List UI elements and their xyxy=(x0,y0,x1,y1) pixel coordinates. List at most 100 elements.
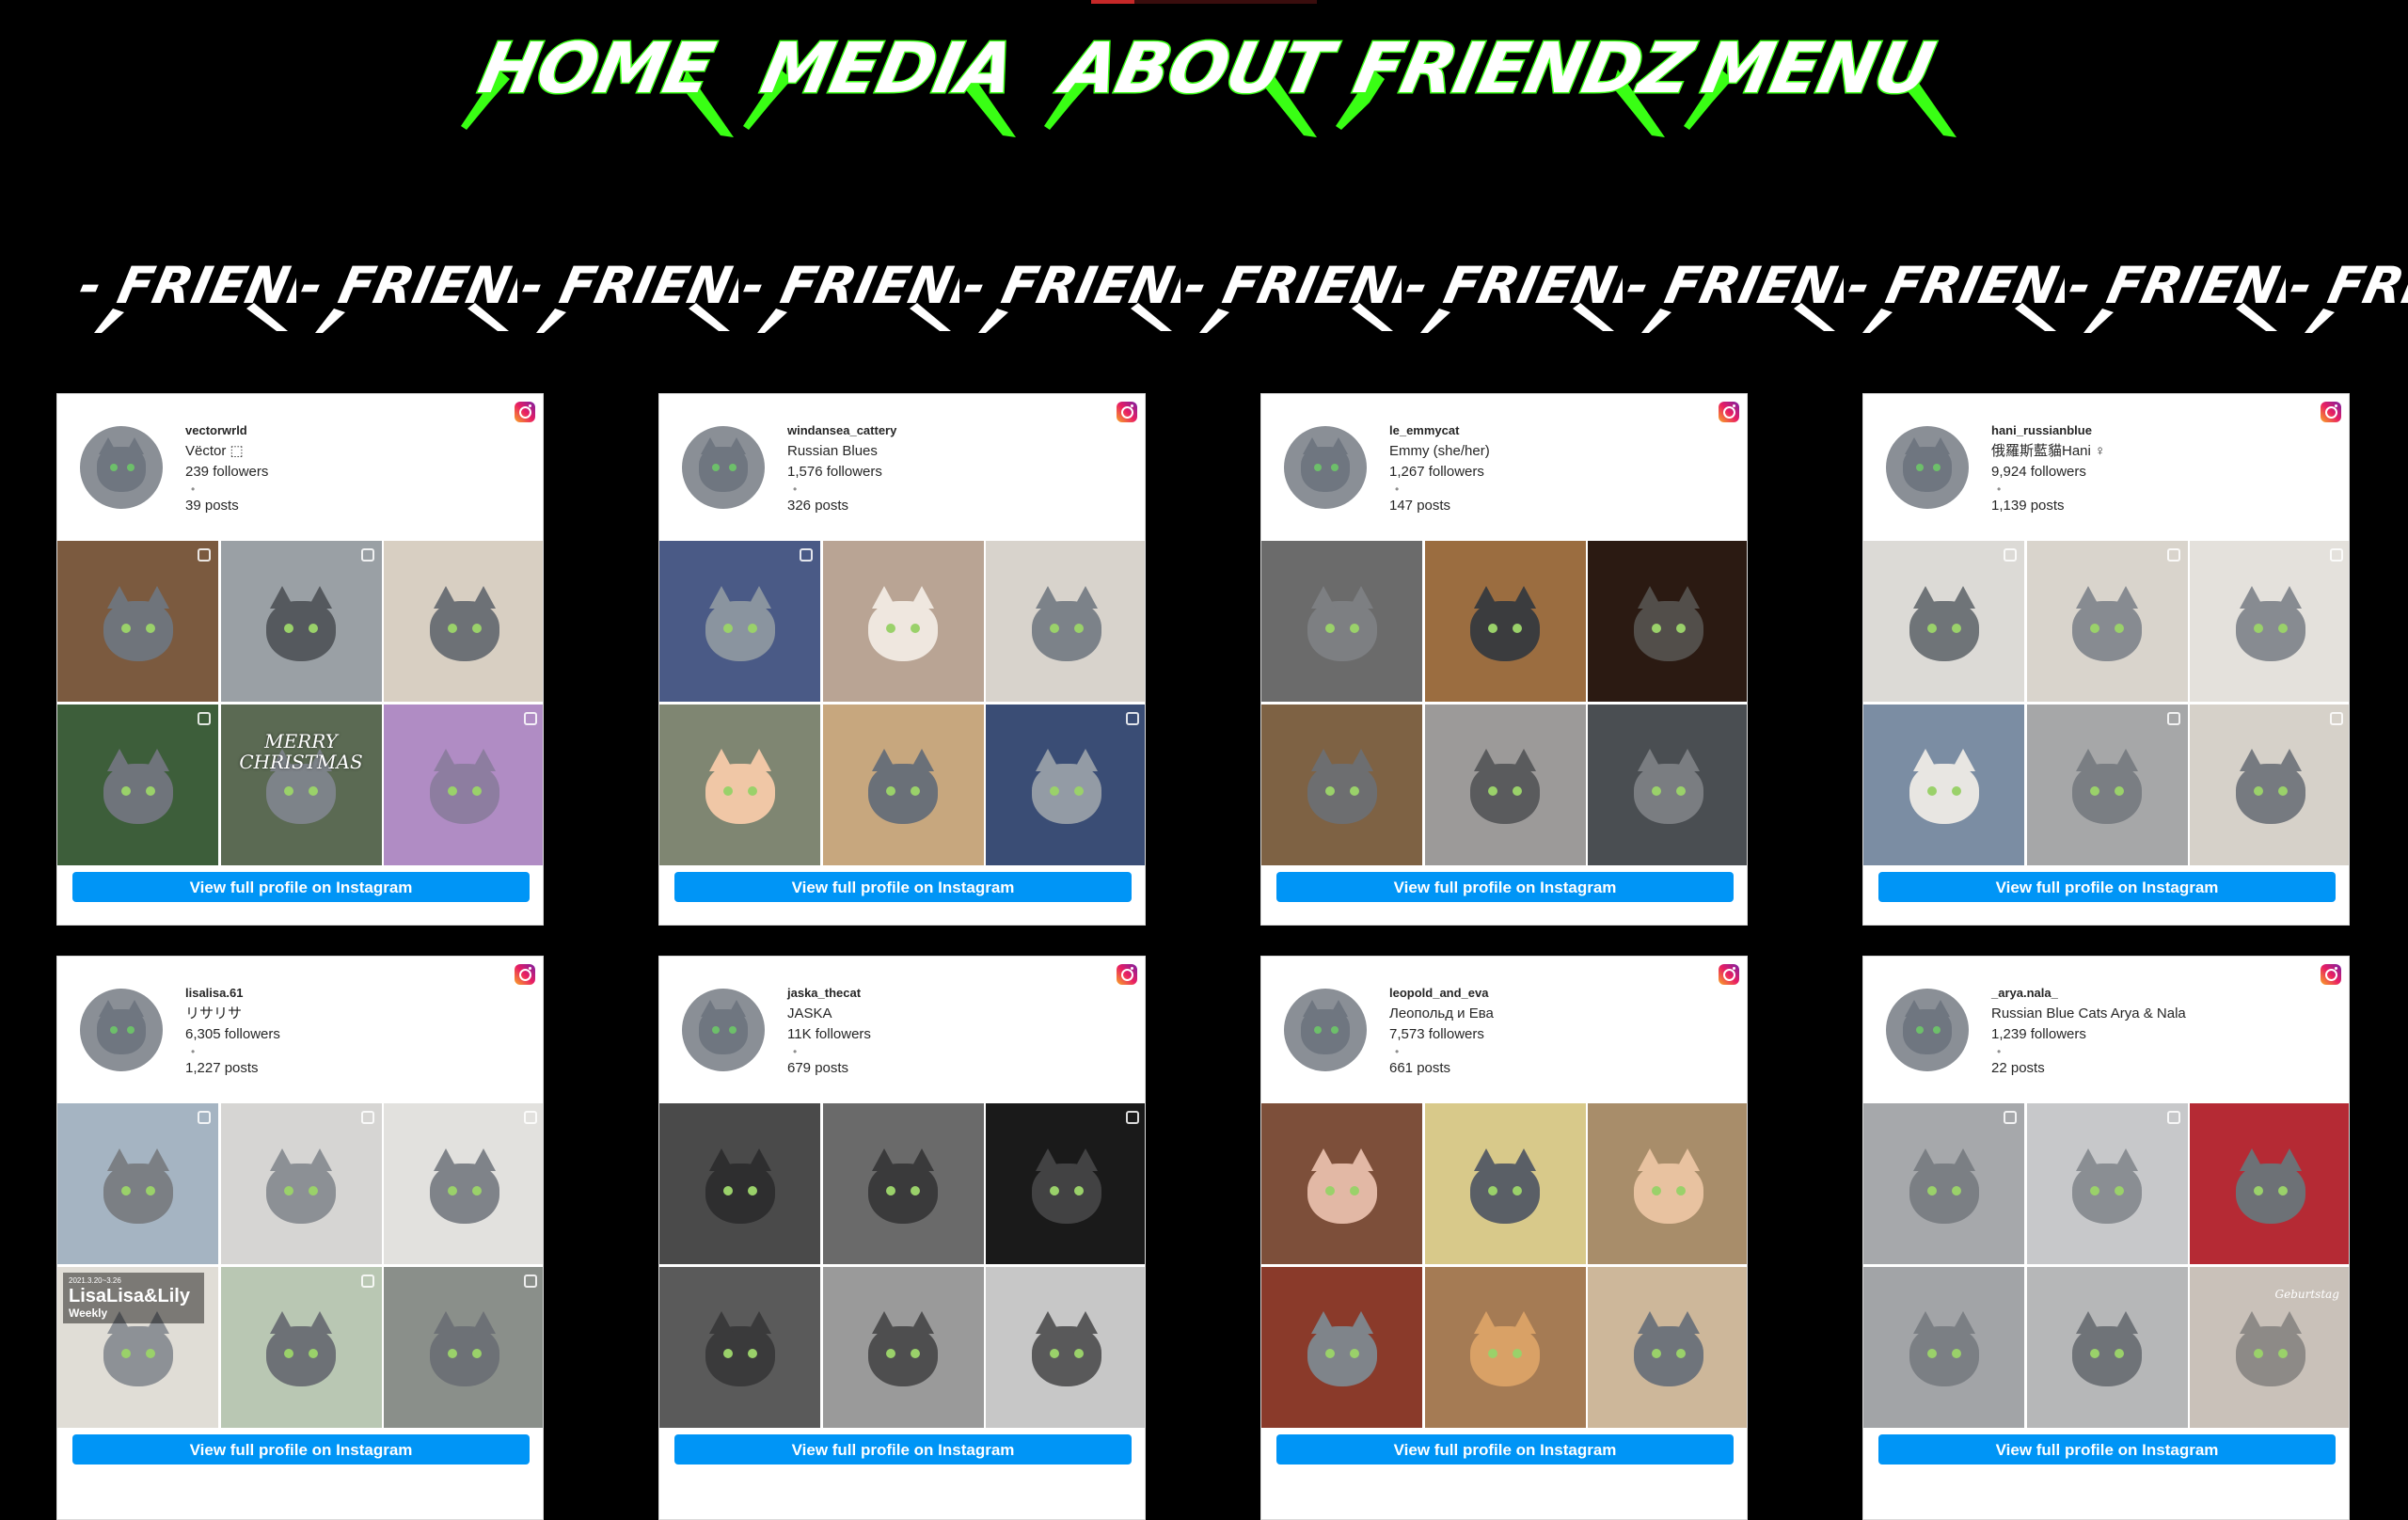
profile-photo[interactable] xyxy=(1863,1266,2024,1428)
view-full-profile-button[interactable]: View full profile on Instagram xyxy=(1878,872,2336,902)
profile-photo[interactable] xyxy=(659,1103,820,1264)
profile-avatar[interactable] xyxy=(1886,989,1969,1071)
profile-photo[interactable] xyxy=(1863,541,2024,702)
profile-photo[interactable] xyxy=(220,541,382,702)
profile-avatar[interactable] xyxy=(1886,426,1969,509)
profile-photo[interactable] xyxy=(659,704,820,865)
profile-photo[interactable] xyxy=(2026,704,2188,865)
profile-username[interactable]: _arya.nala_ xyxy=(1991,983,2330,1004)
profile-photo[interactable] xyxy=(986,1103,1145,1264)
cat-illustration xyxy=(103,1148,173,1224)
profile-photo[interactable] xyxy=(986,541,1145,702)
profile-photo[interactable] xyxy=(57,1103,218,1264)
profile-photo[interactable] xyxy=(1588,1266,1747,1428)
instagram-icon[interactable] xyxy=(515,402,535,422)
profile-avatar[interactable] xyxy=(80,989,163,1071)
view-full-profile-button[interactable]: View full profile on Instagram xyxy=(674,872,1132,902)
profile-photo[interactable] xyxy=(384,1103,543,1264)
profile-photo[interactable] xyxy=(2190,541,2349,702)
profile-username[interactable]: le_emmycat xyxy=(1389,420,1728,441)
instagram-icon[interactable] xyxy=(1719,402,1739,422)
profile-photo[interactable] xyxy=(1261,541,1422,702)
profile-photo[interactable] xyxy=(1863,704,2024,865)
profile-photo[interactable] xyxy=(1424,1103,1586,1264)
profile-photo[interactable] xyxy=(2026,1266,2188,1428)
profile-username[interactable]: leopold_and_eva xyxy=(1389,983,1728,1004)
profile-photo[interactable]: 2021.3.20~3.26 LisaLisa&Lily Weekly xyxy=(57,1266,218,1428)
profile-separator-dot: • xyxy=(793,483,798,496)
view-full-profile-button[interactable]: View full profile on Instagram xyxy=(72,872,530,902)
profile-username[interactable]: jaska_thecat xyxy=(787,983,1126,1004)
multi-post-icon xyxy=(2330,548,2343,562)
profile-photo[interactable] xyxy=(1424,541,1586,702)
profile-photo[interactable] xyxy=(2190,704,2349,865)
profile-photo[interactable] xyxy=(384,704,543,865)
profile-username[interactable]: lisalisa.61 xyxy=(185,983,524,1004)
profile-photo[interactable] xyxy=(220,1266,382,1428)
profile-photo[interactable] xyxy=(1588,541,1747,702)
nav-friendz-link[interactable]: FRIENDZ xyxy=(1336,13,1703,145)
profile-avatar[interactable] xyxy=(1284,426,1367,509)
nav-home-link[interactable]: HOME xyxy=(461,13,743,145)
view-full-profile-button[interactable]: View full profile on Instagram xyxy=(1276,1434,1734,1465)
marquee-text: - FRIENDZ xyxy=(1402,256,1623,315)
instagram-icon[interactable] xyxy=(2321,402,2341,422)
profile-photo[interactable] xyxy=(1588,704,1747,865)
profile-photo[interactable] xyxy=(384,1266,543,1428)
instagram-icon[interactable] xyxy=(1117,402,1137,422)
profile-photo[interactable] xyxy=(2190,1103,2349,1264)
cat-eyes xyxy=(447,1185,482,1195)
profile-username[interactable]: windansea_cattery xyxy=(787,420,1126,441)
profile-photo[interactable] xyxy=(1261,1266,1422,1428)
marquee-text: - FRIENDZ xyxy=(2286,256,2408,315)
profile-photo[interactable] xyxy=(57,541,218,702)
profile-photo[interactable] xyxy=(822,1103,984,1264)
profile-avatar[interactable] xyxy=(682,989,765,1071)
profile-photo[interactable] xyxy=(1424,1266,1586,1428)
profile-photo[interactable] xyxy=(822,1266,984,1428)
profile-photo[interactable] xyxy=(659,1266,820,1428)
profile-photo[interactable] xyxy=(57,704,218,865)
card-header: lisalisa.61 リサリサ 6,305 followers • 1,227… xyxy=(57,957,543,1103)
view-full-profile-button[interactable]: View full profile on Instagram xyxy=(1276,872,1734,902)
instagram-icon[interactable] xyxy=(1719,964,1739,985)
view-full-profile-button[interactable]: View full profile on Instagram xyxy=(72,1434,530,1465)
profile-photo[interactable] xyxy=(1261,704,1422,865)
instagram-profile-card: vectorwrld Vëctor ⬚ 239 followers • 39 p… xyxy=(56,393,544,926)
cat-illustration xyxy=(2235,1311,2305,1387)
profile-photo[interactable]: MERRY CHRISTMAS xyxy=(220,704,382,865)
profile-photo-grid: 2021.3.20~3.26 LisaLisa&Lily Weekly xyxy=(57,1103,543,1428)
profile-avatar[interactable] xyxy=(1284,989,1367,1071)
instagram-icon[interactable] xyxy=(1117,964,1137,985)
profile-photo[interactable] xyxy=(1863,1103,2024,1264)
profile-photo[interactable] xyxy=(384,541,543,702)
cat-eyes xyxy=(886,786,920,797)
profile-avatar[interactable] xyxy=(682,426,765,509)
profile-photo[interactable] xyxy=(986,1266,1145,1428)
profile-photo[interactable] xyxy=(1261,1103,1422,1264)
profile-username[interactable]: hani_russianblue xyxy=(1991,420,2330,441)
cat-eyes xyxy=(2253,623,2288,633)
view-full-profile-button[interactable]: View full profile on Instagram xyxy=(674,1434,1132,1465)
profile-photo[interactable] xyxy=(1588,1103,1747,1264)
profile-photo[interactable] xyxy=(1424,704,1586,865)
view-full-profile-button[interactable]: View full profile on Instagram xyxy=(1878,1434,2336,1465)
profile-photo[interactable] xyxy=(220,1103,382,1264)
profile-photo[interactable]: Geburtstag xyxy=(2190,1266,2349,1428)
profile-photo[interactable] xyxy=(2026,1103,2188,1264)
profile-photo[interactable] xyxy=(659,541,820,702)
profile-photo[interactable] xyxy=(2026,541,2188,702)
profile-username[interactable]: vectorwrld xyxy=(185,420,524,441)
profile-avatar[interactable] xyxy=(80,426,163,509)
weekly-subtitle: Weekly xyxy=(69,1306,108,1320)
profile-photo[interactable] xyxy=(822,541,984,702)
profile-photo[interactable] xyxy=(822,704,984,865)
profile-photo[interactable] xyxy=(986,704,1145,865)
nav-about-link[interactable]: ABOUT xyxy=(1044,13,1345,145)
cat-eyes xyxy=(120,623,155,633)
instagram-icon[interactable] xyxy=(2321,964,2341,985)
nav-media-link[interactable]: MEDIA xyxy=(743,13,1025,145)
multi-post-icon xyxy=(1126,711,1139,725)
instagram-icon[interactable] xyxy=(515,964,535,985)
nav-menu-link[interactable]: MENU xyxy=(1684,13,1966,145)
